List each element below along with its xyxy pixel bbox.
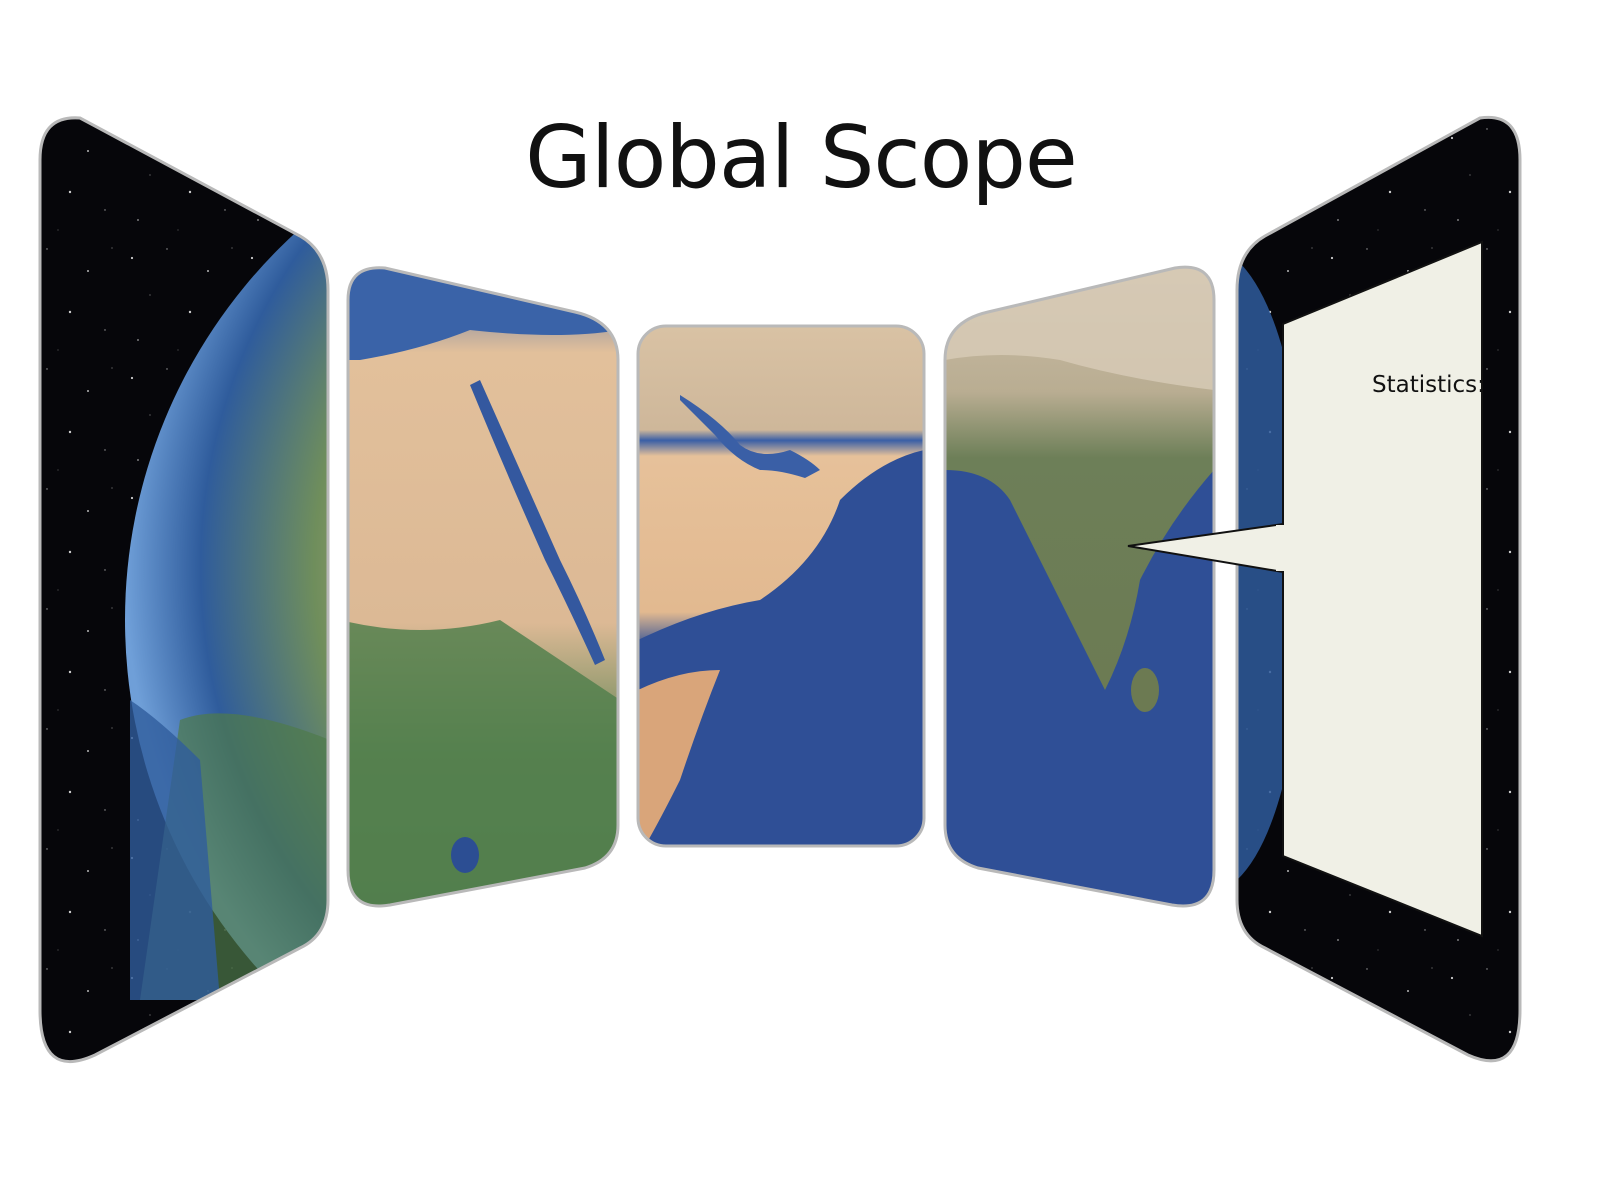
india-panel [943,265,1216,908]
statistics-label: Statistics: [1372,372,1485,398]
statistics-panel [1282,240,1483,938]
page-title: Global Scope [525,108,1078,208]
arabia-panel [636,324,926,848]
north-africa-panel [346,266,620,908]
